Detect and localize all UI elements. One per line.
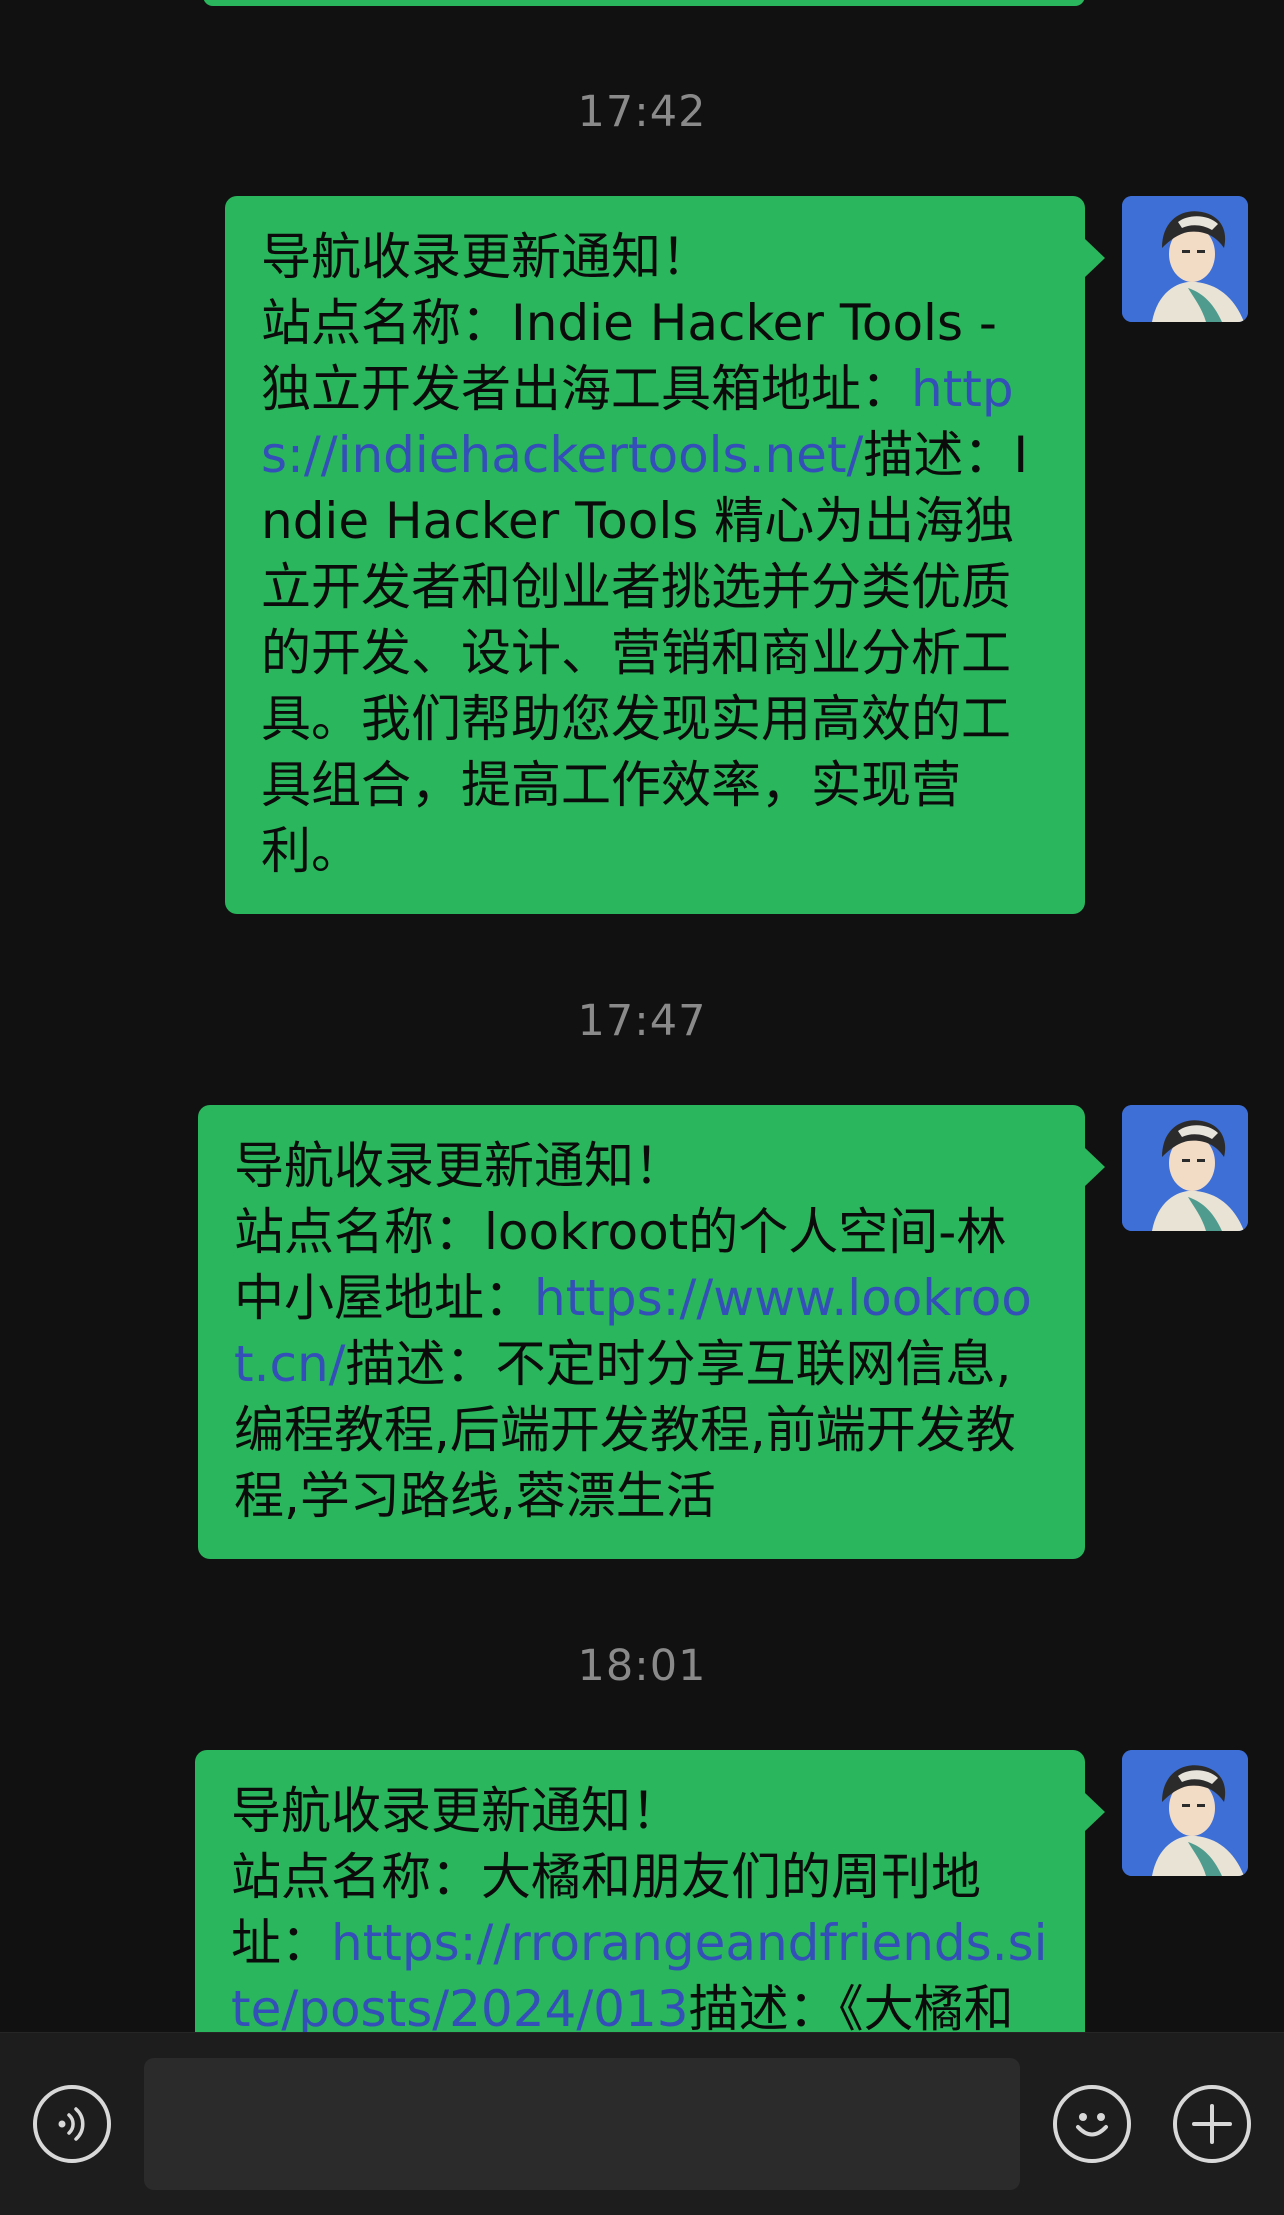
description-label: 描述： — [688, 1980, 839, 2032]
site-name: 大橘和朋友们的周刊 — [481, 1848, 931, 1906]
description-text: 《大橘和 — [838, 1980, 1014, 2032]
chat-message-list[interactable]: 17:42 导航收录更新通知！ 站点名称：Indie Hacker Tools … — [0, 0, 1284, 2032]
voice-button[interactable] — [33, 2085, 111, 2163]
description-label: 描述： — [345, 1335, 496, 1393]
message-title: 导航收录更新通知！ — [261, 228, 711, 286]
description-label: 描述： — [863, 426, 1014, 484]
previous-message-bubble[interactable] — [203, 0, 1085, 6]
message-input-bar — [0, 2032, 1284, 2215]
site-name-label: 站点名称： — [234, 1203, 484, 1261]
emoji-button[interactable] — [1053, 2085, 1131, 2163]
user-avatar[interactable] — [1122, 1105, 1248, 1231]
site-name-label: 站点名称： — [231, 1848, 481, 1906]
message-bubble[interactable]: 导航收录更新通知！ 站点名称：大橘和朋友们的周刊地址：https://rrora… — [195, 1750, 1105, 2032]
site-name-label: 站点名称： — [261, 294, 511, 352]
message-timestamp: 17:47 — [577, 996, 707, 1046]
message-text-input[interactable] — [144, 2058, 1020, 2190]
description-text: Indie Hacker Tools 精心为出海独立开发者和创业者挑选并分类优质… — [261, 426, 1029, 880]
avatar-image — [1122, 196, 1248, 322]
message-title: 导航收录更新通知！ — [231, 1782, 681, 1840]
message-bubble[interactable]: 导航收录更新通知！ 站点名称：lookroot的个人空间-林中小屋地址：http… — [198, 1105, 1105, 1559]
plus-icon — [1192, 2104, 1232, 2144]
message-title: 导航收录更新通知！ — [234, 1137, 684, 1195]
emoji-icon — [1076, 2113, 1108, 2137]
address-label: 地址： — [384, 1269, 534, 1327]
add-button[interactable] — [1173, 2085, 1251, 2163]
address-label: 地址： — [761, 360, 911, 418]
message-timestamp: 17:42 — [577, 87, 707, 137]
voice-icon — [58, 2107, 85, 2141]
avatar-image — [1122, 1105, 1248, 1231]
user-avatar[interactable] — [1122, 1750, 1248, 1876]
user-avatar[interactable] — [1122, 196, 1248, 322]
message-bubble[interactable]: 导航收录更新通知！ 站点名称：Indie Hacker Tools - 独立开发… — [225, 196, 1105, 914]
avatar-image — [1122, 1750, 1248, 1876]
message-timestamp: 18:01 — [577, 1641, 707, 1691]
